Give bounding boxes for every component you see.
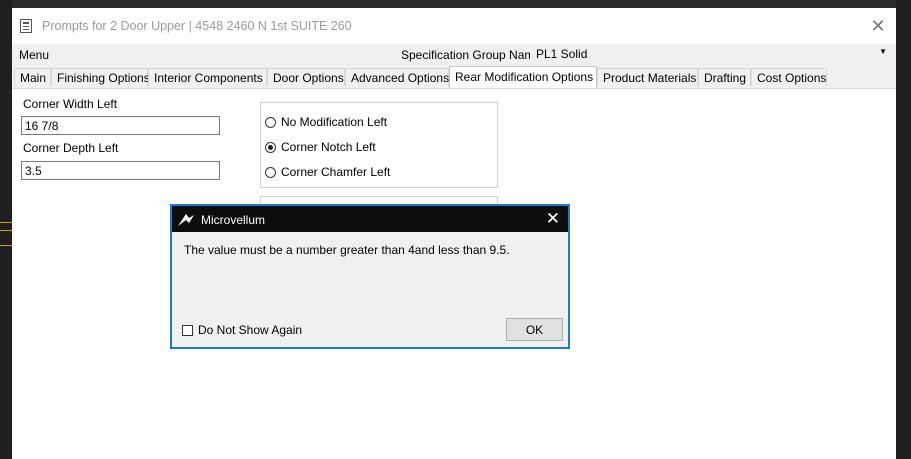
close-icon[interactable]: ✕ [866,14,890,38]
radio-corner-chamfer-left[interactable]: Corner Chamfer Left [265,165,390,179]
tab-advanced-options[interactable]: Advanced Options [345,68,449,86]
radio-button[interactable] [265,116,276,128]
menu-item[interactable]: Menu [19,48,49,62]
checkbox-label: Do Not Show Again [198,323,303,337]
do-not-show-again-row[interactable]: Do Not Show Again [182,323,302,337]
spec-group-value: PL1 Solid [536,47,588,61]
tab-product-materials[interactable]: Product Materials [597,68,698,86]
tab-strip: Main Finishing Options Interior Componen… [12,66,896,89]
corner-depth-input[interactable] [21,161,220,180]
tab-finishing-options[interactable]: Finishing Options [51,68,150,86]
corner-width-input[interactable] [21,116,220,135]
background-line [0,245,12,246]
background-line [0,230,12,231]
title-bar: Prompts for 2 Door Upper | 4548 2460 N 1… [12,8,896,44]
corner-width-label: Corner Width Left [23,97,118,111]
dialog-title: Microvellum [201,213,266,227]
spec-group-label: Specification Group Name [401,48,542,62]
tab-main[interactable]: Main [14,68,51,86]
dialog-title-bar: Microvellum ✕ [172,206,568,232]
spec-group-select[interactable]: PL1 Solid ▼ [530,45,891,62]
menu-bar: Menu Specification Group Name PL1 Solid … [12,44,896,64]
dialog-message: The value must be a number greater than … [184,243,510,257]
radio-label: Corner Notch Left [281,140,376,154]
ok-button[interactable]: OK [506,318,563,341]
radio-label: Corner Chamfer Left [281,165,391,179]
background-left-strip [0,0,12,459]
microvellum-dialog: Microvellum ✕ The value must be a number… [170,204,570,349]
dropdown-arrow-icon[interactable]: ▼ [879,47,887,56]
tab-cost-options[interactable]: Cost Options [751,68,827,86]
radio-no-modification-left[interactable]: No Modification Left [265,115,387,129]
radio-button[interactable] [265,166,276,178]
tab-interior-components[interactable]: Interior Components [148,68,267,86]
tab-door-options[interactable]: Door Options [267,68,345,86]
do-not-show-again-checkbox[interactable] [182,324,193,336]
window-title: Prompts for 2 Door Upper | 4548 2460 N 1… [42,19,352,33]
tab-drafting[interactable]: Drafting [698,68,751,86]
radio-button[interactable] [265,141,276,153]
close-icon[interactable]: ✕ [546,209,560,229]
radio-label: No Modification Left [281,115,388,129]
document-icon [20,19,32,33]
background-right-strip [896,0,911,459]
tab-rear-modification-options[interactable]: Rear Modification Options [449,66,597,88]
radio-corner-notch-left[interactable]: Corner Notch Left [265,140,376,154]
background-line [0,222,12,223]
corner-depth-label: Corner Depth Left [23,141,119,155]
left-modification-radio-group: No Modification Left Corner Notch Left C… [260,102,498,188]
microvellum-logo-icon [178,214,194,226]
